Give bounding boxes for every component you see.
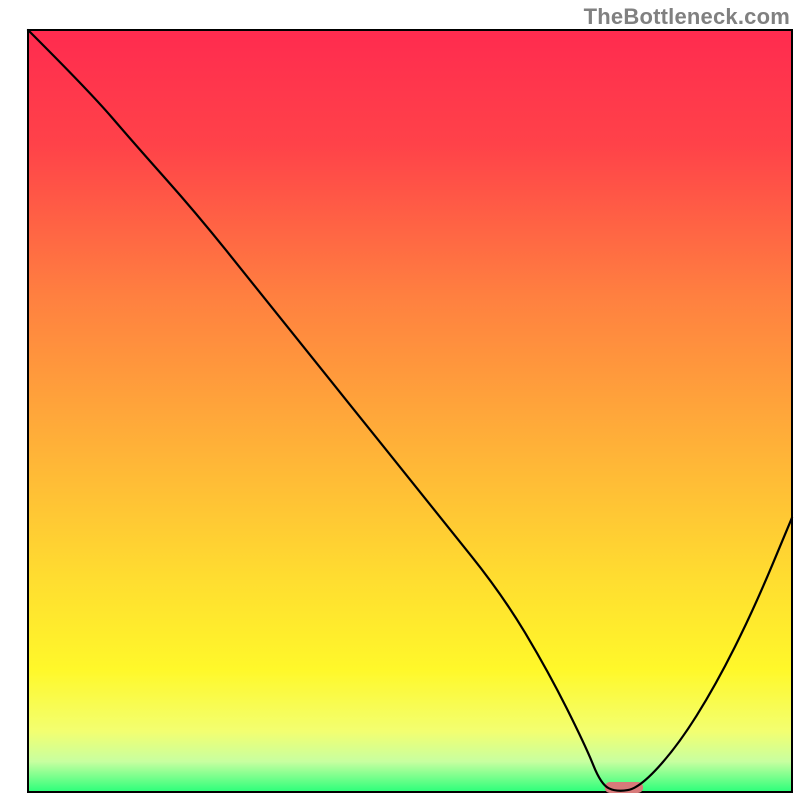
plot-background xyxy=(28,30,792,792)
chart-frame: TheBottleneck.com xyxy=(0,0,800,800)
bottleneck-chart xyxy=(0,0,800,800)
